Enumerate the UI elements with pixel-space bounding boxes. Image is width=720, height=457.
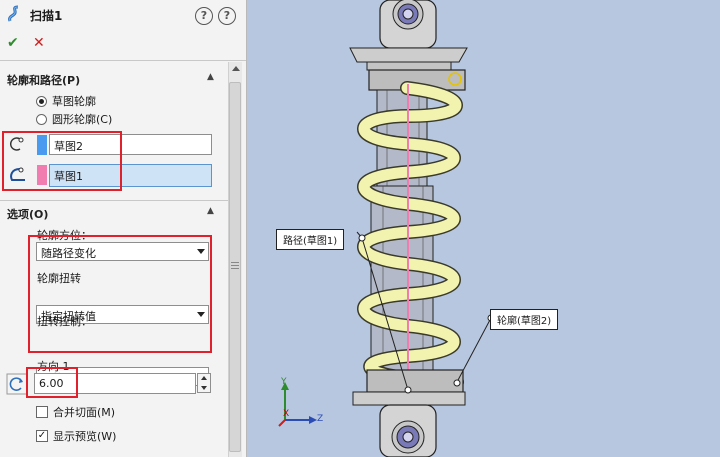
detailed-preview-button[interactable]: ? [195,7,213,25]
axis-x-label: X [283,409,290,419]
bottom-mount [352,369,466,457]
scroll-up-arrow-icon[interactable] [232,66,240,71]
radio-dot[interactable] [36,113,47,125]
collapse-chevron-icon[interactable]: ▲ [207,206,214,216]
show-preview-checkbox[interactable]: ✓ 显示预览(W) [36,428,116,444]
checkbox-label: 显示预览(W) [53,430,117,443]
panel-title: 扫描1 [30,9,63,23]
axis-z-label: Z [317,414,324,424]
ok-button[interactable]: ✔ [7,35,19,51]
radio-circular-profile[interactable]: 圆形轮廓(C) [36,111,112,127]
spin-down-icon[interactable] [201,386,207,390]
help-button[interactable]: ? [218,7,236,25]
property-manager: 扫描1 ? ? ✔ ✕ 轮廓和路径(P) ▲ 草图轮廓 圆形轮廓(C) 草图2 … [0,0,247,457]
merge-faces-checkbox[interactable]: 合并切面(M) [36,404,115,420]
divider [0,60,246,61]
graphics-viewport[interactable]: 路径(草图1) 轮廓(草图2) Y X Z [247,0,720,457]
divider [0,200,228,201]
section-title-options: 选项(O) [7,208,49,221]
highlight-box-options [28,235,212,353]
axis-triad [278,382,317,427]
checkbox-label: 合并切面(M) [53,406,116,419]
checkbox-box[interactable]: ✓ [36,430,48,442]
checkbox-box[interactable] [36,406,48,418]
profile-callout[interactable]: 轮廓(草图2) [490,309,559,330]
sweep-feature-icon [8,5,19,22]
axis-y-label: Y [281,377,287,387]
scrollbar-thumb[interactable] [229,82,241,452]
cancel-button[interactable]: ✕ [33,35,45,51]
radio-label: 圆形轮廓(C) [52,113,113,126]
radio-label: 草图轮廓 [52,95,96,108]
direction-spin-icon[interactable] [6,373,28,395]
collapse-chevron-icon[interactable]: ▲ [207,72,214,82]
scroll-grip-icon [231,262,239,263]
path-callout[interactable]: 路径(草图1) [276,229,345,250]
radio-dot[interactable] [36,95,47,107]
spin-up-icon[interactable] [201,376,207,380]
radio-sketch-profile[interactable]: 草图轮廓 [36,93,96,109]
highlight-box-profile-path [2,131,122,191]
highlight-box-value [26,367,78,398]
section-title-profile-path: 轮廓和路径(P) [7,74,81,87]
